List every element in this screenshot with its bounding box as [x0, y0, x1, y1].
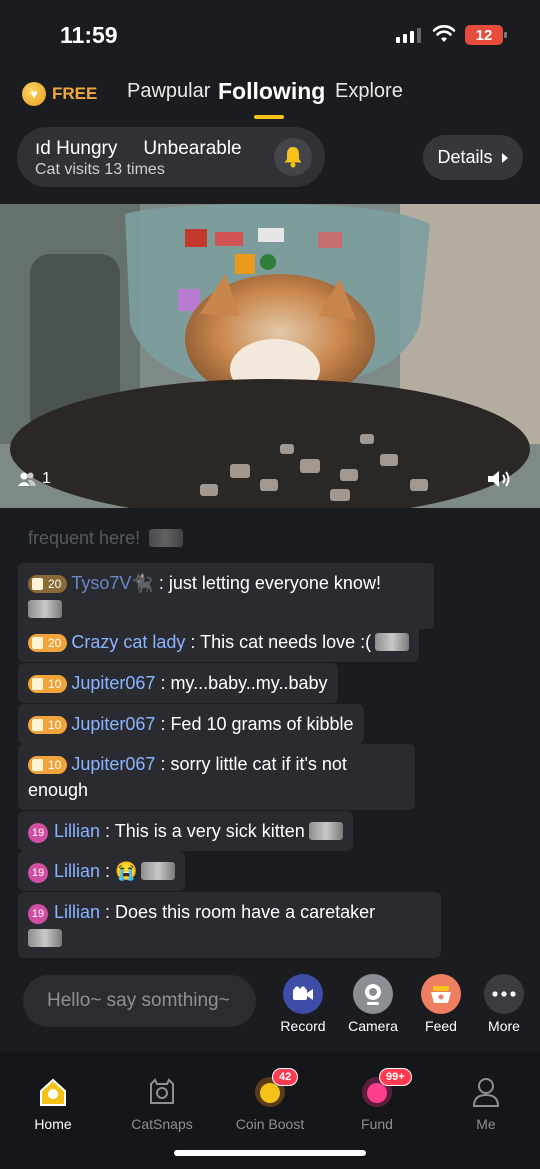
- nav-me[interactable]: Me: [441, 1074, 531, 1132]
- cat-feeder-camera-image: [0, 204, 540, 508]
- home-indicator[interactable]: [174, 1150, 366, 1156]
- live-video-feed[interactable]: [0, 204, 540, 508]
- chat-username[interactable]: Jupiter067: [71, 754, 155, 774]
- camera-label: Camera: [348, 1018, 398, 1034]
- camera-button[interactable]: Camera: [343, 974, 403, 1034]
- details-label: Details: [437, 147, 493, 167]
- video-camera-icon: [283, 974, 323, 1014]
- fund-icon: 99+: [359, 1068, 412, 1110]
- wifi-icon: [432, 25, 456, 42]
- active-tab-indicator: [254, 115, 284, 119]
- chat-text: : This is a very sick kitten: [105, 821, 305, 841]
- chat-username[interactable]: Lillian: [54, 821, 100, 841]
- level-badge: 19: [28, 904, 48, 924]
- feed-label: Feed: [425, 1018, 457, 1034]
- chat-username[interactable]: Tyso7V🐈‍⬛: [71, 573, 153, 593]
- home-icon: [35, 1074, 71, 1110]
- chat-message[interactable]: 20 Tyso7V🐈‍⬛ : just letting everyone know…: [18, 563, 434, 629]
- food-bowl-icon: [421, 974, 461, 1014]
- viewer-count-value: 1: [42, 470, 51, 487]
- nav-me-label: Me: [476, 1116, 496, 1132]
- room-name-part: ıd Hungry: [35, 138, 118, 159]
- chevron-right-icon: [501, 152, 508, 163]
- nav-fund[interactable]: 99+ Fund: [332, 1068, 422, 1132]
- coin-icon: ♥: [22, 82, 46, 106]
- more-dots-icon: [484, 974, 524, 1014]
- image-thumbnail[interactable]: [375, 633, 410, 651]
- cat-camera-icon: [144, 1074, 180, 1110]
- nav-fund-label: Fund: [361, 1116, 393, 1132]
- status-bar: 11:59 12: [0, 0, 540, 70]
- chat-message[interactable]: 19 Lillian : 😭: [18, 851, 186, 891]
- bell-glyph: [284, 147, 302, 168]
- cellular-signal-icon: [396, 27, 421, 43]
- viewer-count: 1: [18, 470, 51, 488]
- image-thumbnail[interactable]: [28, 929, 62, 947]
- coin-boost-count-badge: 42: [272, 1068, 299, 1086]
- bell-icon[interactable]: [274, 138, 312, 176]
- tab-pawpular[interactable]: Pawpular: [127, 80, 210, 103]
- faded-chat-line: frequent here!: [28, 528, 184, 549]
- chat-text: : my...baby..my..baby: [160, 673, 328, 693]
- chat-message[interactable]: 10 Jupiter067 : my...baby..my..baby: [18, 663, 338, 703]
- chat-text: : This cat needs love :(: [190, 632, 372, 652]
- webcam-icon: [353, 974, 393, 1014]
- tab-following[interactable]: Following: [218, 78, 325, 105]
- fan-badge: 20: [28, 575, 68, 593]
- free-label: FREE: [52, 84, 98, 103]
- person-icon: [468, 1074, 504, 1110]
- status-time: 11:59: [60, 22, 118, 48]
- chat-text: : Fed 10 grams of kibble: [160, 714, 354, 734]
- level-badge: 19: [28, 823, 48, 843]
- more-label: More: [488, 1018, 520, 1034]
- record-label: Record: [280, 1018, 326, 1034]
- chat-text: : 😭: [105, 861, 138, 881]
- record-button[interactable]: Record: [273, 974, 333, 1034]
- speaker-icon[interactable]: [486, 468, 512, 490]
- chat-feed[interactable]: frequent here! 20 Tyso7V🐈‍⬛ : just lettin…: [18, 520, 518, 960]
- chat-message[interactable]: 19 Lillian : Does this room have a careta…: [18, 892, 441, 958]
- fan-badge: 10: [28, 675, 68, 693]
- feed-button[interactable]: Feed: [411, 974, 471, 1034]
- chat-username[interactable]: Lillian: [54, 861, 100, 881]
- top-navigation: ♥ FREE Pawpular Following Explore: [0, 74, 540, 124]
- chat-message[interactable]: 20 Crazy cat lady : This cat needs love :…: [18, 622, 420, 662]
- image-thumbnail: [149, 529, 184, 547]
- battery-icon: 12: [465, 25, 507, 45]
- nav-home-label: Home: [34, 1116, 72, 1132]
- room-name: ıd Hungry Unbearable: [35, 138, 268, 160]
- image-thumbnail[interactable]: [308, 822, 343, 840]
- room-name-part: Unbearable: [143, 138, 242, 159]
- coin-boost-icon: 42: [252, 1068, 299, 1110]
- visit-count: Cat visits 13 times: [35, 161, 165, 178]
- chat-username[interactable]: Jupiter067: [71, 714, 155, 734]
- fan-badge: 10: [28, 756, 68, 774]
- chat-message[interactable]: 10 Jupiter067 : sorry little cat if it's …: [18, 744, 415, 810]
- chat-message[interactable]: 10 Jupiter067 : Fed 10 grams of kibble: [18, 704, 364, 744]
- nav-catsnaps-label: CatSnaps: [131, 1116, 193, 1132]
- fan-badge: 10: [28, 716, 68, 734]
- image-thumbnail[interactable]: [28, 600, 62, 618]
- nav-coin-boost-label: Coin Boost: [235, 1116, 305, 1132]
- chat-input[interactable]: Hello~ say somthing~: [23, 975, 256, 1027]
- more-button[interactable]: More: [474, 974, 534, 1034]
- faded-chat-text: frequent here!: [28, 528, 141, 548]
- nav-home[interactable]: Home: [8, 1074, 98, 1132]
- nav-catsnaps[interactable]: CatSnaps: [117, 1074, 207, 1132]
- chat-text: : Does this room have a caretaker: [105, 902, 376, 922]
- fund-count-badge: 99+: [379, 1068, 412, 1086]
- chat-username[interactable]: Jupiter067: [71, 673, 155, 693]
- chat-message[interactable]: 19 Lillian : This is a very sick kitten: [18, 811, 353, 851]
- chat-username[interactable]: Crazy cat lady: [71, 632, 185, 652]
- free-coin-button[interactable]: ♥ FREE: [22, 82, 97, 106]
- level-badge: 19: [28, 863, 48, 883]
- details-button[interactable]: Details: [423, 135, 523, 180]
- tab-explore[interactable]: Explore: [335, 80, 403, 103]
- chat-text: : just letting everyone know!: [158, 573, 381, 593]
- image-thumbnail[interactable]: [141, 862, 176, 880]
- chat-username[interactable]: Lillian: [54, 902, 100, 922]
- users-icon: [18, 472, 36, 486]
- nav-coin-boost[interactable]: 42 Coin Boost: [225, 1068, 315, 1132]
- fan-badge: 20: [28, 634, 68, 652]
